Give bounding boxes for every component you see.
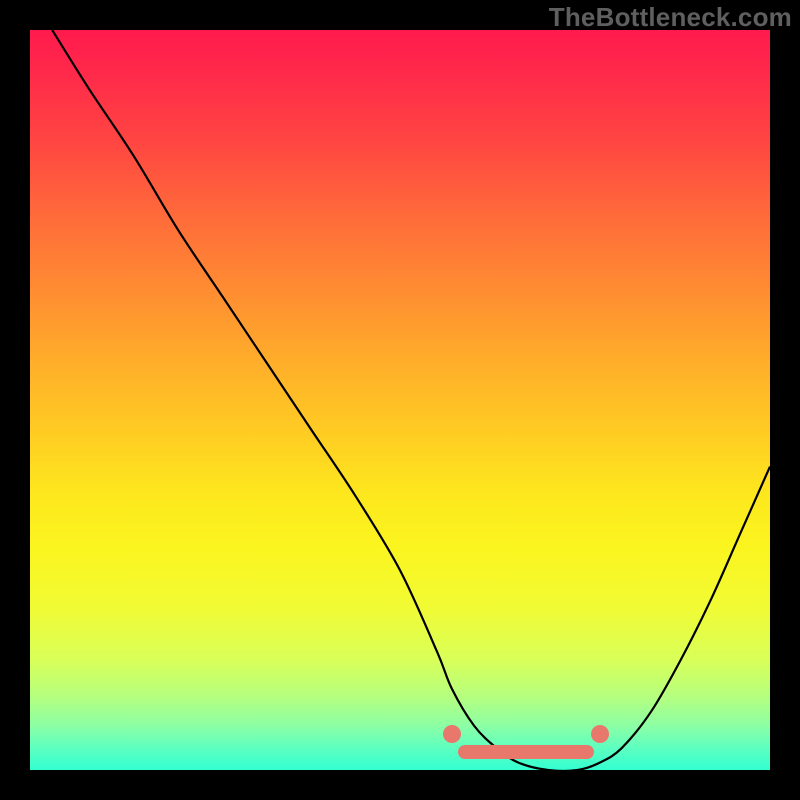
chart-stage: TheBottleneck.com — [0, 0, 800, 800]
watermark-text: TheBottleneck.com — [549, 2, 792, 33]
plot-area — [30, 30, 770, 770]
trough-marker-right — [591, 725, 609, 743]
trough-marker-bar — [458, 745, 594, 759]
curve-line — [30, 30, 770, 770]
trough-marker-left — [443, 725, 461, 743]
